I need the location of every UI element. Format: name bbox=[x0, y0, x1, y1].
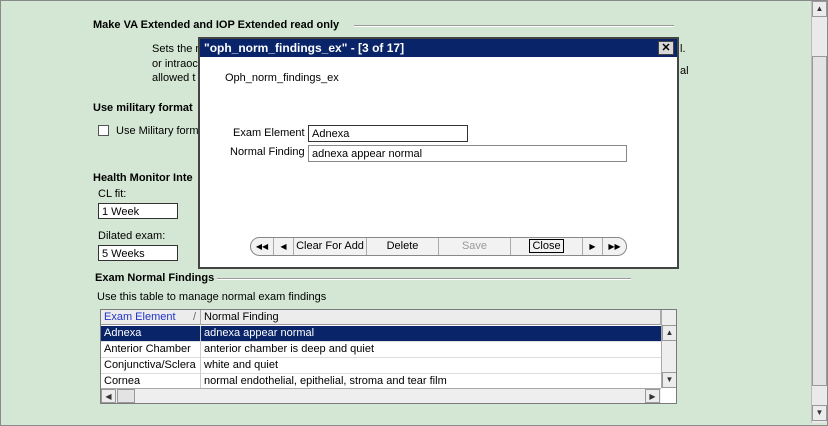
cell-normal-finding: anterior chamber is deep and quiet bbox=[201, 342, 661, 358]
column-header-label: Normal Finding bbox=[204, 311, 279, 323]
exam-element-label: Exam Element bbox=[233, 127, 305, 139]
column-header-exam-element[interactable]: Exam Element / bbox=[101, 310, 201, 325]
normal-finding-input[interactable]: adnexa appear normal bbox=[308, 145, 627, 162]
exam-element-input[interactable]: Adnexa bbox=[308, 125, 468, 142]
scroll-down-icon[interactable]: ▼ bbox=[812, 405, 827, 421]
section-divider bbox=[217, 278, 631, 280]
section-divider bbox=[354, 25, 674, 27]
military-format-label: Use Military form bbox=[116, 125, 199, 137]
grid-scroll-right-icon[interactable]: ▶ bbox=[645, 389, 660, 403]
table-row[interactable]: Adnexa adnexa appear normal bbox=[101, 326, 661, 342]
grid-scroll-down-icon[interactable]: ▼ bbox=[662, 372, 676, 388]
cell-exam-element: Conjunctiva/Sclera bbox=[101, 358, 201, 374]
grid-hscroll-thumb[interactable] bbox=[117, 389, 135, 403]
close-button[interactable]: Close bbox=[511, 238, 583, 255]
close-icon[interactable]: ✕ bbox=[658, 41, 674, 55]
record-dialog: "oph_norm_findings_ex" - [3 of 17] ✕ Oph… bbox=[198, 37, 679, 269]
cell-normal-finding: white and quiet bbox=[201, 358, 661, 374]
column-header-label: Exam Element bbox=[104, 311, 176, 323]
cl-fit-label: CL fit: bbox=[98, 188, 127, 200]
exam-normal-desc: Use this table to manage normal exam fin… bbox=[97, 291, 327, 303]
sort-indicator-icon: / bbox=[192, 311, 196, 323]
va-desc-line3: allowed t bbox=[152, 72, 196, 84]
save-button[interactable]: Save bbox=[439, 238, 511, 255]
normal-finding-label: Normal Finding bbox=[230, 146, 305, 158]
prev-record-icon[interactable]: ◀ bbox=[274, 238, 294, 255]
record-navigator: ◀◀ ◀ Clear For Add Delete Save Close ▶ ▶… bbox=[250, 237, 627, 256]
grid-vertical-scrollbar[interactable]: ▲ ▼ bbox=[661, 310, 676, 388]
scroll-up-icon[interactable]: ▲ bbox=[812, 1, 827, 17]
exam-findings-grid[interactable]: Exam Element / Normal Finding Adnexa adn… bbox=[100, 309, 677, 404]
main-scroll-thumb[interactable] bbox=[812, 56, 827, 386]
table-row[interactable]: Conjunctiva/Sclera white and quiet bbox=[101, 358, 661, 374]
cell-exam-element: Anterior Chamber bbox=[101, 342, 201, 358]
va-desc-line1: Sets the r bbox=[152, 43, 200, 55]
grid-scroll-left-icon[interactable]: ◀ bbox=[101, 389, 116, 403]
military-format-checkbox[interactable] bbox=[98, 125, 109, 136]
next-record-icon[interactable]: ▶ bbox=[583, 238, 603, 255]
cl-fit-input[interactable]: 1 Week bbox=[98, 203, 178, 219]
main-vertical-scrollbar[interactable]: ▲ ▼ bbox=[811, 1, 827, 423]
section-title-va-extended: Make VA Extended and IOP Extended read o… bbox=[93, 19, 340, 31]
close-button-label: Close bbox=[529, 239, 564, 253]
va-desc-line1-tail: l. bbox=[680, 43, 686, 55]
cell-normal-finding: adnexa appear normal bbox=[201, 326, 661, 342]
table-row[interactable]: Anterior Chamber anterior chamber is dee… bbox=[101, 342, 661, 358]
cell-exam-element: Adnexa bbox=[101, 326, 201, 342]
dilated-exam-label: Dilated exam: bbox=[98, 230, 166, 242]
va-desc-line2: or intraoc bbox=[152, 58, 198, 70]
dialog-title-bar[interactable]: "oph_norm_findings_ex" - [3 of 17] ✕ bbox=[200, 39, 677, 57]
dialog-table-name: Oph_norm_findings_ex bbox=[225, 72, 339, 84]
column-header-normal-finding[interactable]: Normal Finding bbox=[201, 310, 661, 325]
section-title-military: Use military format bbox=[93, 102, 193, 114]
section-title-exam-normal: Exam Normal Findings bbox=[95, 272, 215, 284]
dilated-exam-input[interactable]: 5 Weeks bbox=[98, 245, 178, 261]
va-desc-line2-tail: al bbox=[680, 65, 689, 77]
dialog-title: "oph_norm_findings_ex" - [3 of 17] bbox=[204, 41, 405, 55]
section-title-health-monitor: Health Monitor Inte bbox=[93, 172, 193, 184]
last-record-icon[interactable]: ▶▶ bbox=[603, 238, 626, 255]
grid-horizontal-scrollbar[interactable]: ◀ ▶ bbox=[101, 388, 661, 403]
first-record-icon[interactable]: ◀◀ bbox=[251, 238, 274, 255]
grid-scroll-up-icon[interactable]: ▲ bbox=[662, 325, 676, 341]
clear-for-add-button[interactable]: Clear For Add bbox=[294, 238, 367, 255]
delete-button[interactable]: Delete bbox=[367, 238, 439, 255]
